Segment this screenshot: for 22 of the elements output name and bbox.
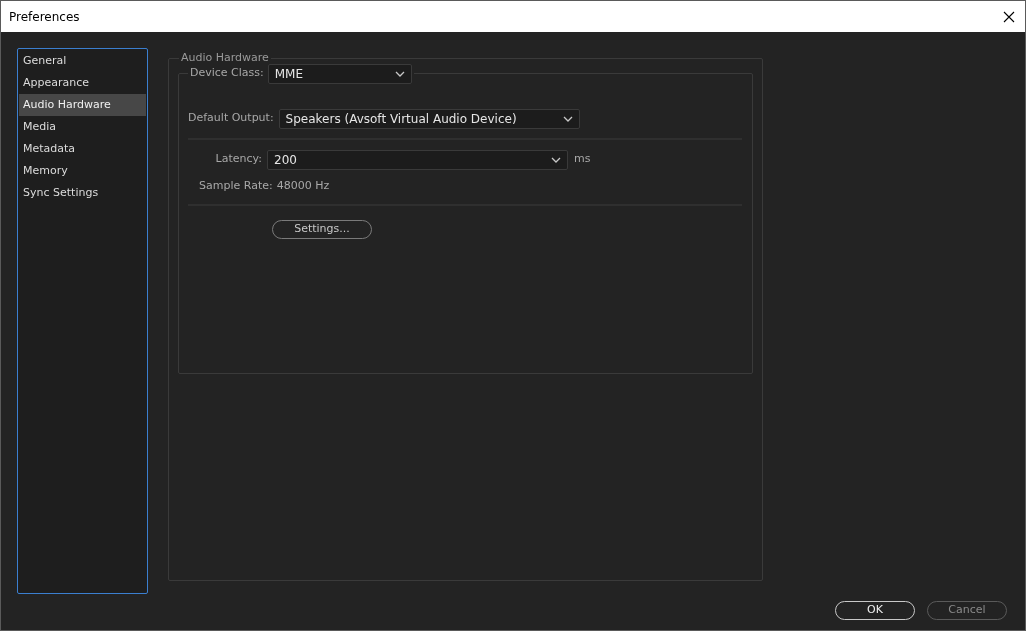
dropdown[interactable]: Speakers (Avsoft Virtual Audio Device): [278, 108, 580, 129]
sidebar-item[interactable]: Sync Settings: [19, 182, 146, 204]
window-title: Preferences: [9, 8, 80, 26]
sidebar-item[interactable]: Metadata: [19, 138, 146, 160]
field-label: Default Output:: [188, 110, 274, 127]
dropdown[interactable]: 200: [267, 149, 568, 170]
sidebar-item[interactable]: Audio Hardware: [19, 94, 146, 116]
chevron-down-icon: [551, 156, 561, 163]
sidebar-item[interactable]: Media: [19, 116, 146, 138]
field-label: Sample Rate:: [199, 177, 273, 194]
field-label: Device Class:: [190, 65, 264, 82]
sidebar-item[interactable]: Appearance: [19, 72, 146, 94]
field-label: Latency:: [214, 151, 263, 168]
chevron-down-icon: [394, 70, 405, 77]
unit-label: ms: [574, 151, 591, 168]
field-value: 48000 Hz: [276, 177, 330, 194]
sidebar-item[interactable]: General: [19, 50, 146, 72]
chevron-down-icon: [562, 115, 573, 122]
group-title: Audio Hardware: [180, 50, 270, 66]
close-icon[interactable]: [1003, 10, 1015, 23]
dropdown[interactable]: MME: [267, 63, 412, 84]
sidebar-item[interactable]: Memory: [19, 160, 146, 182]
